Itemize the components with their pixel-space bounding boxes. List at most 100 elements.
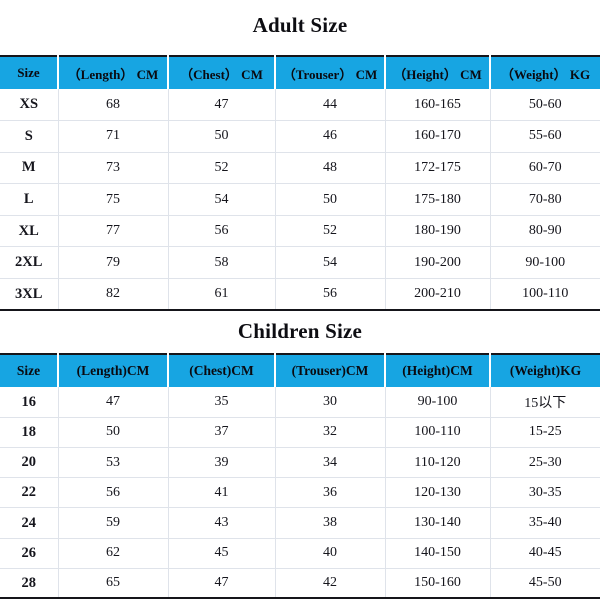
cell-length: 68	[58, 89, 169, 122]
table-row: 3XL 82 61 56 200-210 100-110	[0, 278, 600, 311]
cell-chest: 47	[168, 568, 276, 599]
children-table-body: 16 47 35 30 90-100 15以下 18 50 37 32 100-…	[0, 387, 600, 599]
cell-weight: 100-110	[490, 278, 600, 311]
cell-size: 18	[0, 417, 59, 449]
cell-trouser: 44	[275, 89, 386, 122]
cell-height: 150-160	[385, 568, 491, 599]
adult-table-head: Size （Length） CM （Chest） CM （Trouser） CM…	[0, 56, 600, 89]
cell-weight: 45-50	[490, 568, 600, 599]
table-row: 18 50 37 32 100-110 15-25	[0, 417, 600, 449]
table-row: 22 56 41 36 120-130 30-35	[0, 477, 600, 509]
cell-trouser: 38	[275, 507, 386, 539]
cell-chest: 35	[168, 387, 276, 418]
cell-weight: 15以下	[490, 387, 600, 418]
children-size-table: Size (Length)CM (Chest)CM (Trouser)CM (H…	[0, 353, 600, 600]
cell-chest: 58	[168, 246, 276, 280]
cell-height: 130-140	[385, 507, 491, 539]
cell-length: 47	[58, 387, 169, 418]
cell-height: 90-100	[385, 387, 491, 418]
children-header-weight: (Weight)KG	[490, 354, 600, 388]
cell-height: 190-200	[385, 246, 491, 280]
cell-weight: 60-70	[490, 152, 600, 185]
cell-height: 200-210	[385, 278, 491, 311]
children-header-row: Size (Length)CM (Chest)CM (Trouser)CM (H…	[0, 354, 600, 388]
children-header-size: Size	[0, 354, 59, 388]
adult-table-body: XS 68 47 44 160-165 50-60 S 71 50 46 160…	[0, 89, 600, 311]
cell-chest: 37	[168, 417, 276, 449]
table-row: L 75 54 50 175-180 70-80	[0, 183, 600, 216]
cell-length: 71	[58, 120, 169, 153]
adult-size-title: Adult Size	[252, 13, 348, 37]
cell-length: 77	[58, 215, 169, 248]
cell-size: 28	[0, 568, 59, 599]
cell-trouser: 52	[275, 215, 386, 248]
cell-height: 160-165	[385, 89, 491, 122]
cell-size: 24	[0, 507, 59, 539]
adult-header-trouser: （Trouser） CM	[275, 56, 386, 89]
cell-size: M	[0, 152, 59, 185]
adult-title-container: Adult Size	[0, 0, 600, 55]
children-header-height: (Height)CM	[385, 354, 491, 388]
children-size-section: Children Size Size (Length)CM (Chest)CM …	[0, 311, 600, 600]
cell-chest: 61	[168, 278, 276, 311]
cell-size: 3XL	[0, 278, 59, 311]
table-row: 26 62 45 40 140-150 40-45	[0, 538, 600, 569]
cell-trouser: 30	[275, 387, 386, 418]
cell-trouser: 42	[275, 568, 386, 599]
cell-weight: 40-45	[490, 538, 600, 569]
cell-weight: 50-60	[490, 89, 600, 122]
cell-length: 65	[58, 568, 169, 599]
cell-length: 53	[58, 447, 169, 479]
cell-chest: 47	[168, 89, 276, 122]
table-row: M 73 52 48 172-175 60-70	[0, 152, 600, 185]
children-title-container: Children Size	[0, 311, 600, 353]
cell-weight: 55-60	[490, 120, 600, 153]
cell-length: 75	[58, 183, 169, 216]
table-row: XL 77 56 52 180-190 80-90	[0, 215, 600, 248]
table-row: 24 59 43 38 130-140 35-40	[0, 507, 600, 539]
children-header-chest: (Chest)CM	[168, 354, 276, 388]
cell-height: 180-190	[385, 215, 491, 248]
cell-size: 2XL	[0, 246, 59, 280]
cell-chest: 56	[168, 215, 276, 248]
cell-size: 20	[0, 447, 59, 479]
cell-size: XS	[0, 89, 59, 122]
cell-chest: 52	[168, 152, 276, 185]
adult-header-length: （Length） CM	[58, 56, 169, 89]
cell-chest: 50	[168, 120, 276, 153]
cell-length: 82	[58, 278, 169, 311]
cell-height: 100-110	[385, 417, 491, 449]
cell-height: 172-175	[385, 152, 491, 185]
adult-header-row: Size （Length） CM （Chest） CM （Trouser） CM…	[0, 56, 600, 89]
table-row: XS 68 47 44 160-165 50-60	[0, 89, 600, 122]
adult-size-section: Adult Size Size （Length） CM （Chest） CM （…	[0, 0, 600, 312]
children-table-head: Size (Length)CM (Chest)CM (Trouser)CM (H…	[0, 354, 600, 388]
cell-chest: 45	[168, 538, 276, 569]
table-row: 28 65 47 42 150-160 45-50	[0, 568, 600, 599]
cell-trouser: 56	[275, 278, 386, 311]
cell-size: 26	[0, 538, 59, 569]
cell-size: 16	[0, 387, 59, 418]
children-header-length: (Length)CM	[58, 354, 169, 388]
children-header-trouser: (Trouser)CM	[275, 354, 386, 388]
adult-header-size: Size	[0, 56, 59, 89]
cell-height: 175-180	[385, 183, 491, 216]
cell-size: S	[0, 120, 59, 153]
cell-trouser: 40	[275, 538, 386, 569]
adult-header-weight: （Weight） KG	[490, 56, 600, 89]
cell-trouser: 48	[275, 152, 386, 185]
cell-length: 62	[58, 538, 169, 569]
cell-weight: 70-80	[490, 183, 600, 216]
cell-trouser: 34	[275, 447, 386, 479]
cell-height: 120-130	[385, 477, 491, 509]
cell-chest: 54	[168, 183, 276, 216]
cell-length: 59	[58, 507, 169, 539]
adult-size-table: Size （Length） CM （Chest） CM （Trouser） CM…	[0, 55, 600, 312]
cell-height: 110-120	[385, 447, 491, 479]
table-row: 16 47 35 30 90-100 15以下	[0, 387, 600, 418]
children-size-title: Children Size	[237, 318, 363, 343]
adult-header-height: （Height） CM	[385, 56, 491, 89]
cell-height: 140-150	[385, 538, 491, 569]
cell-height: 160-170	[385, 120, 491, 153]
cell-chest: 43	[168, 507, 276, 539]
